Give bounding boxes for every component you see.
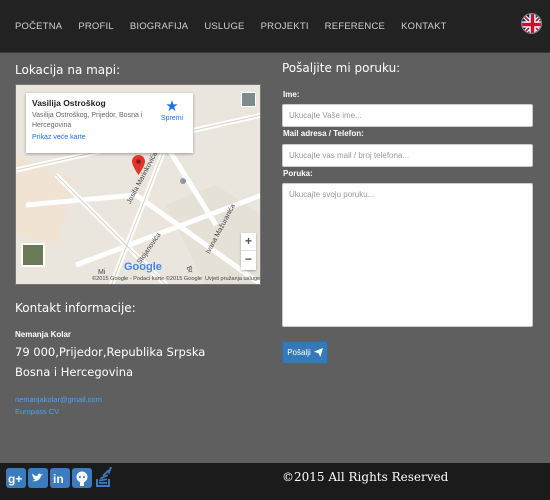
map-info-card: Vasilija Ostroškog Vasilija Ostroškog, P…: [26, 93, 193, 153]
google-plus-icon[interactable]: g+: [6, 467, 26, 489]
map-copyright: ©2015 Google - Podaci karte ©2015 Google: [92, 276, 202, 282]
map-marker-icon[interactable]: [132, 155, 145, 175]
send-button[interactable]: Pošalji: [282, 341, 328, 364]
map-fullscreen-icon[interactable]: [241, 92, 256, 107]
google-map[interactable]: Josifa Marinkovića Ivana Mažuranića Stoj…: [15, 84, 261, 285]
europass-cv-link[interactable]: Europass CV: [15, 407, 59, 416]
footer-copyright: ©2015 All Rights Reserved: [282, 470, 449, 484]
name-label: Ime:: [283, 90, 300, 99]
navbar: POČETNA PROFIL BIOGRAFIJA USLUGE PROJEKT…: [0, 0, 550, 53]
send-label: Pošalji: [287, 348, 311, 357]
contact-city: 79 000,Prijedor,Republika Srpska: [15, 345, 206, 359]
map-zoom-controls: + −: [241, 233, 256, 270]
nav-item-profil[interactable]: PROFIL: [78, 21, 114, 32]
map-terms-link[interactable]: Uvjeti pružanja usluge: [205, 276, 260, 282]
footer: g+ in ©2015 All Rights Reserved: [0, 463, 550, 500]
star-icon: ★: [165, 98, 179, 115]
bigger-map-link[interactable]: Prikaz veće karte: [32, 134, 187, 141]
svg-text:g+: g+: [8, 472, 22, 486]
mail-input[interactable]: [282, 144, 533, 167]
map-section-title: Lokacija na mapi:: [15, 63, 121, 77]
nav-item-kontakt[interactable]: KONTAKT: [401, 21, 447, 32]
nav-item-usluge[interactable]: USLUGE: [204, 21, 244, 32]
linkedin-icon[interactable]: in: [50, 467, 70, 489]
name-input[interactable]: [282, 104, 533, 127]
uk-flag-icon[interactable]: [521, 13, 542, 34]
contact-email-link[interactable]: nemanjakolar@gmail.com: [15, 395, 102, 404]
svg-text:in: in: [53, 472, 64, 486]
nav-item-pocetna[interactable]: POČETNA: [15, 21, 62, 32]
nav-menu: POČETNA PROFIL BIOGRAFIJA USLUGE PROJEKT…: [15, 21, 463, 32]
save-label: Spremi: [160, 115, 184, 122]
contact-country: Bosna i Hercegovina: [15, 365, 134, 379]
send-icon: [313, 348, 323, 357]
nav-item-biografija[interactable]: BIOGRAFIJA: [130, 21, 188, 32]
message-textarea[interactable]: [282, 183, 533, 327]
map-attribution: ©2015 Google - Podaci karte ©2015 Google…: [16, 273, 260, 284]
nav-item-projekti[interactable]: PROJEKTI: [261, 21, 309, 32]
contact-section-title: Kontakt informacije:: [15, 301, 136, 315]
twitter-icon[interactable]: [28, 467, 48, 489]
zoom-out-button[interactable]: −: [241, 251, 256, 269]
map-place-address: Vasilija Ostroškog, Prijedor, Bosna i He…: [32, 112, 143, 129]
github-icon[interactable]: [72, 467, 92, 489]
contact-name: Nemanja Kolar: [15, 330, 72, 339]
nav-item-reference[interactable]: REFERENCE: [325, 21, 385, 32]
stackoverflow-icon[interactable]: [94, 467, 114, 489]
satellite-view-button[interactable]: [21, 243, 45, 267]
message-label: Poruka:: [283, 169, 313, 178]
google-logo: Google: [124, 261, 162, 273]
mail-label: Mail adresa / Telefon:: [283, 129, 364, 138]
form-section-title: Pošaljite mi poruku:: [282, 61, 401, 75]
save-place-button[interactable]: ★ Spremi: [157, 98, 187, 123]
zoom-in-button[interactable]: +: [241, 233, 256, 251]
